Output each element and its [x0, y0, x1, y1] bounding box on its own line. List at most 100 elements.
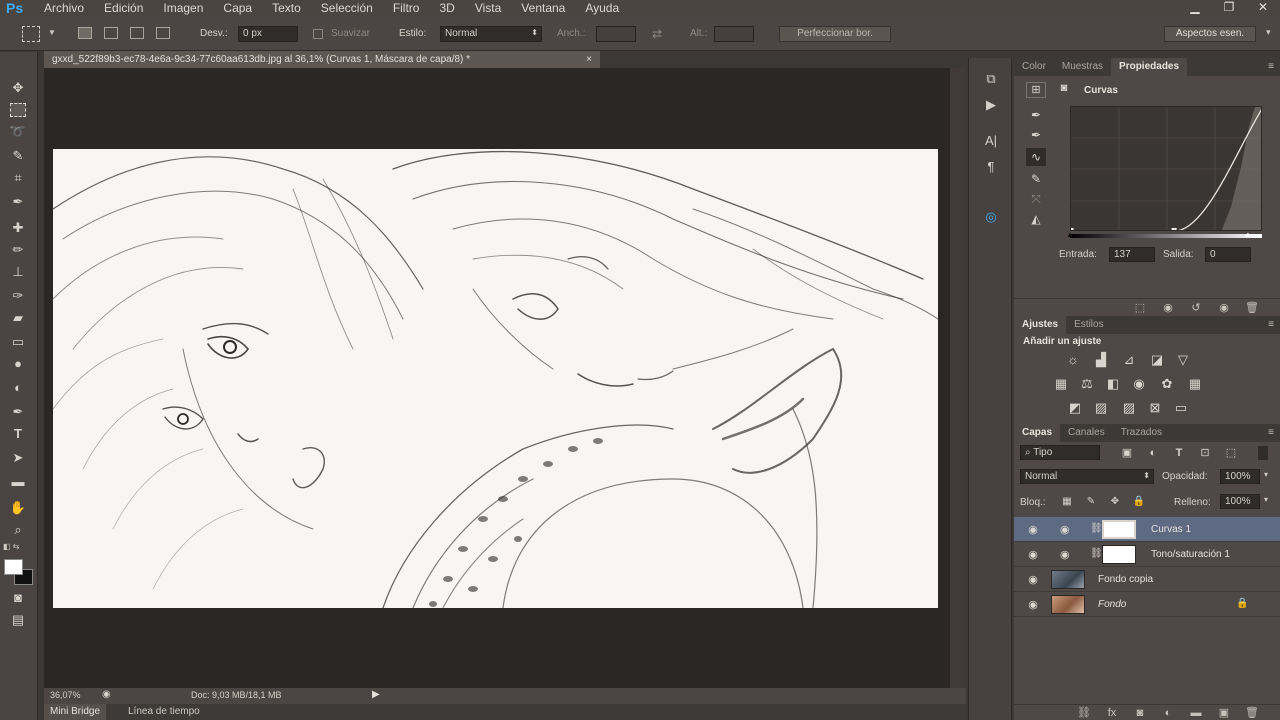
color-balance-icon[interactable]: ⚖: [1078, 376, 1096, 392]
tab-capas[interactable]: Capas: [1014, 424, 1061, 442]
color-lookup-icon[interactable]: ▦: [1186, 376, 1204, 392]
chevron-down-icon[interactable]: ▾: [1266, 27, 1271, 38]
photo-filter-icon[interactable]: ◉: [1130, 376, 1148, 392]
trash-icon[interactable]: 🗑: [1244, 302, 1260, 314]
subtract-selection-icon[interactable]: [130, 27, 144, 39]
filter-type-icon[interactable]: T: [1170, 445, 1188, 461]
layer-mask-thumbnail[interactable]: [1102, 545, 1136, 564]
screen-mode-icon[interactable]: ▤: [8, 610, 28, 630]
type-tool-icon[interactable]: T: [8, 424, 28, 444]
alt-input[interactable]: [714, 26, 754, 42]
healing-brush-icon[interactable]: ✚: [8, 218, 28, 238]
eye-icon[interactable]: ◉: [1026, 573, 1040, 586]
salida-input[interactable]: 0: [1205, 247, 1251, 262]
intersect-selection-icon[interactable]: [156, 27, 170, 39]
lasso-tool-icon[interactable]: ➰: [8, 122, 28, 142]
blur-tool-icon[interactable]: ●: [8, 354, 28, 374]
brightness-icon[interactable]: ☼: [1064, 352, 1082, 368]
layer-name[interactable]: Curvas 1: [1151, 524, 1191, 535]
eye-icon[interactable]: ◉: [1026, 548, 1040, 561]
new-adjustment-icon[interactable]: ◐: [1160, 707, 1176, 719]
rectangle-tool-icon[interactable]: ▬: [8, 472, 28, 492]
lock-position-icon[interactable]: ✥: [1106, 494, 1124, 510]
tab-canales[interactable]: Canales: [1060, 424, 1113, 442]
menu-edicion[interactable]: Edición: [94, 0, 153, 17]
black-point-slider[interactable]: ▲: [1066, 230, 1074, 239]
tab-propiedades[interactable]: Propiedades: [1111, 58, 1188, 76]
add-mask-icon[interactable]: ◙: [1132, 707, 1148, 719]
add-selection-icon[interactable]: [104, 27, 118, 39]
blend-mode-select[interactable]: Normal ⬍: [1020, 469, 1154, 484]
fx-icon[interactable]: fx: [1104, 707, 1120, 719]
layer-thumbnail[interactable]: [1051, 595, 1085, 614]
invert-icon[interactable]: ◩: [1066, 400, 1084, 416]
entrada-input[interactable]: 137: [1109, 247, 1155, 262]
filter-shape-icon[interactable]: ⊡: [1196, 445, 1214, 461]
layer-name[interactable]: Fondo: [1098, 599, 1126, 610]
swap-arrows-icon[interactable]: ⇄: [652, 27, 662, 41]
eyedropper-tool-icon[interactable]: ✒: [8, 192, 28, 212]
curve-point[interactable]: [1171, 228, 1177, 231]
gradient-tool-icon[interactable]: ▭: [8, 332, 28, 352]
info-panel-icon[interactable]: ◎: [981, 208, 1001, 226]
close-button[interactable]: ✕: [1246, 0, 1280, 17]
white-point-slider[interactable]: ▲: [1244, 230, 1252, 239]
layer-name[interactable]: Fondo copia: [1098, 574, 1153, 585]
quick-mask-icon[interactable]: ◙: [8, 588, 28, 608]
threshold-icon[interactable]: ▨: [1120, 400, 1138, 416]
menu-seleccion[interactable]: Selección: [311, 0, 383, 17]
layer-mask-icon[interactable]: ◙: [1054, 82, 1074, 98]
tab-color[interactable]: Color: [1014, 58, 1054, 76]
black-white-icon[interactable]: ◧: [1104, 376, 1122, 392]
filter-toggle[interactable]: [1258, 446, 1268, 460]
eyedropper-black-icon[interactable]: ✒: [1026, 106, 1046, 124]
path-selection-icon[interactable]: ➤: [8, 448, 28, 468]
foreground-color-swatch[interactable]: [4, 559, 23, 575]
layer-filter-select[interactable]: ⌕ Tipo: [1020, 445, 1100, 460]
auto-levels-icon[interactable]: ◭: [1026, 210, 1046, 228]
curves-chart[interactable]: [1071, 107, 1262, 231]
panel-menu-icon[interactable]: ≡: [1268, 61, 1274, 72]
paragraph-panel-icon[interactable]: ¶: [981, 158, 1001, 176]
curve-edit-icon[interactable]: ∿: [1026, 148, 1046, 166]
curves-graph[interactable]: [1070, 106, 1262, 231]
reset-icon[interactable]: ↺: [1188, 302, 1204, 314]
menu-3d[interactable]: 3D: [429, 0, 464, 17]
pencil-curve-icon[interactable]: ✎: [1026, 170, 1046, 188]
tab-muestras[interactable]: Muestras: [1054, 58, 1111, 76]
move-tool-icon[interactable]: ✥: [8, 78, 28, 98]
new-selection-icon[interactable]: [78, 27, 92, 39]
default-colors-icon[interactable]: ◧ ⇆: [3, 542, 19, 551]
eraser-tool-icon[interactable]: ▰: [8, 308, 28, 328]
menu-ventana[interactable]: Ventana: [511, 0, 575, 17]
tab-mini-bridge[interactable]: Mini Bridge: [44, 704, 107, 720]
crop-tool-icon[interactable]: ⌗: [8, 168, 28, 188]
play-arrow-icon[interactable]: ▶: [372, 689, 380, 700]
menu-filtro[interactable]: Filtro: [383, 0, 430, 17]
document-tab[interactable]: gxxd_522f89b3-ec78-4e6a-9c34-77c60aa613d…: [44, 51, 600, 68]
aspectos-esenciales-button[interactable]: Aspectos esen.: [1164, 26, 1256, 42]
hand-tool-icon[interactable]: ✋: [8, 498, 28, 518]
smooth-curve-icon[interactable]: ⤧: [1026, 190, 1046, 208]
desv-input[interactable]: 0 px: [238, 26, 298, 42]
restore-button[interactable]: ❐: [1212, 0, 1246, 17]
marquee-tool-icon[interactable]: [10, 103, 26, 117]
link-icon[interactable]: ⛓: [1090, 523, 1103, 534]
layer-row-curvas[interactable]: ◉ ◉ ⛓ Curvas 1: [1014, 517, 1280, 542]
pen-tool-icon[interactable]: ✒: [8, 402, 28, 422]
filter-pixel-icon[interactable]: ▣: [1118, 445, 1136, 461]
clip-to-layer-icon[interactable]: ⬚: [1132, 302, 1148, 314]
eye-icon[interactable]: ◉: [1026, 598, 1040, 611]
new-layer-icon[interactable]: ▣: [1216, 707, 1232, 719]
suavizar-checkbox[interactable]: [313, 29, 323, 39]
close-tab-icon[interactable]: ×: [586, 51, 592, 68]
character-panel-icon[interactable]: A|: [981, 132, 1001, 150]
quick-selection-icon[interactable]: ✎: [8, 146, 28, 166]
channel-mixer-icon[interactable]: ✿: [1158, 376, 1176, 392]
posterize-icon[interactable]: ▨: [1092, 400, 1110, 416]
layer-row-tono-saturacion[interactable]: ◉ ◉ ⛓ Tono/saturación 1: [1014, 542, 1280, 567]
new-group-icon[interactable]: ▬: [1188, 707, 1204, 719]
menu-texto[interactable]: Texto: [262, 0, 311, 17]
layer-name[interactable]: Tono/saturación 1: [1151, 549, 1230, 560]
trash-icon[interactable]: 🗑: [1244, 707, 1260, 719]
